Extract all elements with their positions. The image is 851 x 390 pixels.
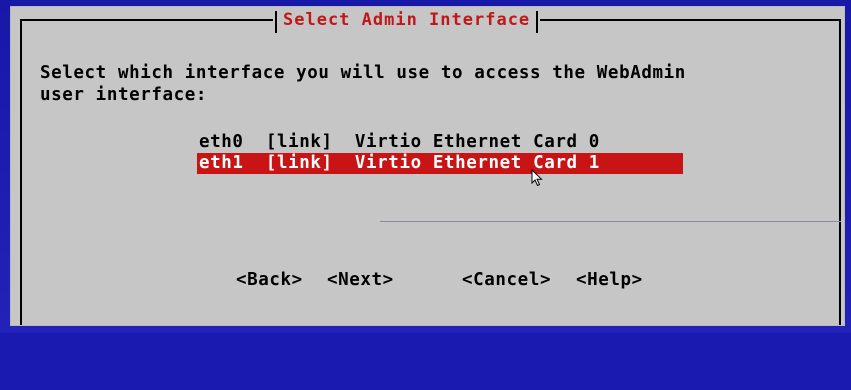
dialog-title-box: Select Admin Interface <box>273 8 541 33</box>
separator-line <box>380 221 841 222</box>
help-button[interactable]: <Help> <box>576 270 643 290</box>
back-button[interactable]: <Back> <box>236 270 303 290</box>
console-background: Select Admin Interface Select which inte… <box>0 0 851 333</box>
button-bar: <Back> <Next> <Cancel> <Help> <box>236 270 642 390</box>
next-button[interactable]: <Next> <box>327 270 394 290</box>
interface-item-eth0[interactable]: eth0 [link] Virtio Ethernet Card 0 <box>197 132 683 153</box>
select-admin-interface-dialog: Select Admin Interface Select which inte… <box>10 6 845 326</box>
mouse-pointer-icon <box>531 169 543 187</box>
interface-list: eth0 [link] Virtio Ethernet Card 0 eth1 … <box>197 132 683 174</box>
cancel-button[interactable]: <Cancel> <box>462 270 551 290</box>
dialog-prompt: Select which interface you will use to a… <box>40 63 686 105</box>
interface-item-eth1[interactable]: eth1 [link] Virtio Ethernet Card 1 <box>197 153 683 174</box>
dialog-title: Select Admin Interface <box>283 10 531 30</box>
